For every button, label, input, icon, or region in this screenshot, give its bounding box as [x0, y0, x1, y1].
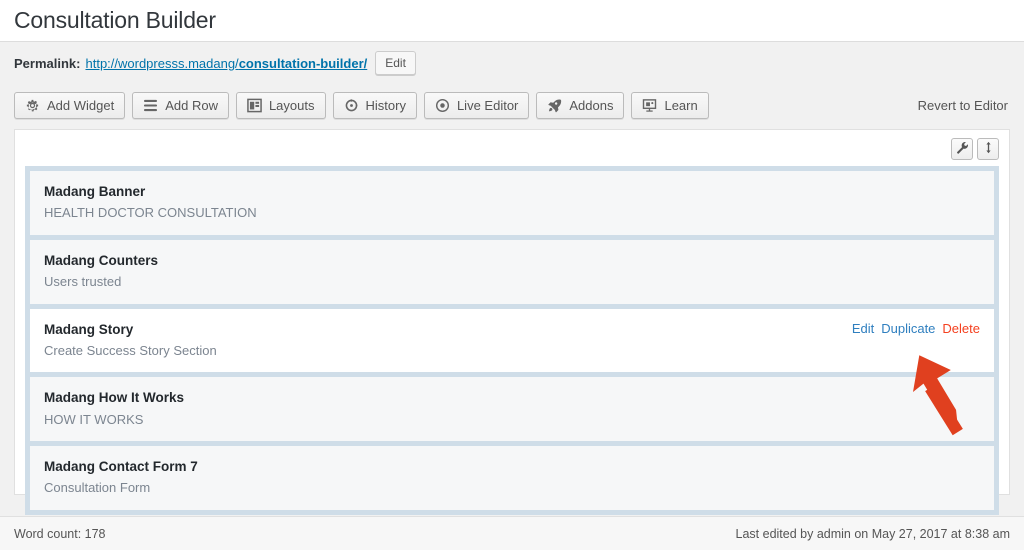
title-bar: Consultation Builder: [0, 0, 1024, 42]
add-widget-label: Add Widget: [47, 98, 115, 113]
addons-label: Addons: [569, 98, 614, 113]
widget-delete-link[interactable]: Delete: [942, 321, 980, 336]
rocket-icon: [547, 98, 562, 113]
panel-tools: [951, 138, 999, 160]
permalink-label: Permalink:: [14, 55, 81, 71]
last-edited-label: Last edited by admin on May 27, 2017 at …: [735, 526, 1010, 541]
move-vertical-icon: [982, 141, 995, 157]
history-icon: [344, 98, 359, 113]
add-row-label: Add Row: [165, 98, 218, 113]
widget-description: HEALTH DOCTOR CONSULTATION: [44, 205, 257, 221]
layouts-label: Layouts: [268, 98, 315, 113]
permalink-url-slug: consultation-builder/: [238, 55, 368, 71]
page-title[interactable]: Consultation Builder: [14, 7, 216, 35]
widget-description: Consultation Form: [44, 480, 151, 496]
widget-text: Madang Banner HEALTH DOCTOR CONSULTATION: [44, 182, 980, 223]
permalink-url[interactable]: http://wordpresss.madang/consultation-bu…: [85, 56, 367, 71]
layouts-button[interactable]: Layouts: [235, 92, 326, 119]
widget-title: Madang Banner: [44, 184, 146, 199]
wrench-icon: [956, 141, 969, 157]
widget-row[interactable]: Madang Banner HEALTH DOCTOR CONSULTATION: [30, 171, 994, 235]
add-widget-button[interactable]: Add Widget: [14, 92, 126, 119]
rows-icon: [143, 99, 158, 112]
widget-text: Madang Counters Users trusted: [44, 251, 980, 292]
history-label: History: [365, 98, 406, 113]
permalink-bar: Permalink: http://wordpresss.madang/cons…: [0, 42, 1024, 84]
gear-icon: [25, 98, 40, 113]
widget-description: HOW IT WORKS: [44, 411, 144, 427]
learn-button[interactable]: Learn: [631, 92, 709, 119]
layout-icon: [247, 98, 262, 113]
widget-title: Madang Contact Form 7: [44, 459, 198, 474]
add-row-button[interactable]: Add Row: [132, 92, 229, 119]
widget-row[interactable]: Madang Contact Form 7 Consultation Form: [30, 446, 994, 510]
presentation-icon: [642, 98, 657, 113]
history-button[interactable]: History: [332, 92, 417, 119]
live-editor-button[interactable]: Live Editor: [423, 92, 530, 119]
eye-target-icon: [435, 98, 450, 113]
widget-title: Madang Counters: [44, 252, 159, 268]
widget-row-actions: Edit Duplicate Delete: [852, 320, 980, 336]
permalink-edit-button[interactable]: Edit: [375, 51, 416, 75]
widget-row[interactable]: Madang Story Create Success Story Sectio…: [30, 308, 994, 373]
widget-edit-link[interactable]: Edit: [852, 321, 874, 336]
widget-title: Madang Story: [44, 321, 134, 337]
word-count-label: Word count: 178: [14, 526, 106, 541]
widget-row[interactable]: Madang Counters Users trusted: [30, 239, 994, 304]
learn-label: Learn: [664, 98, 698, 113]
builder-toolbar: Add Widget Add Row Layouts History Live …: [0, 84, 1024, 129]
widget-text: Madang Story Create Success Story Sectio…: [44, 320, 852, 361]
addons-button[interactable]: Addons: [536, 92, 625, 119]
widget-description: Create Success Story Section: [44, 342, 217, 358]
widget-text: Madang Contact Form 7 Consultation Form: [44, 457, 980, 498]
widget-text: Madang How It Works HOW IT WORKS: [44, 388, 980, 429]
widget-title: Madang How It Works: [44, 390, 185, 406]
status-footer: Word count: 178 Last edited by admin on …: [0, 516, 1024, 550]
page-builder-panel: Madang Banner HEALTH DOCTOR CONSULTATION…: [14, 129, 1010, 515]
permalink-url-prefix: http://wordpresss.madang/: [85, 55, 239, 71]
live-editor-label: Live Editor: [456, 98, 519, 113]
widget-duplicate-link[interactable]: Duplicate: [881, 321, 935, 336]
widget-description: Users trusted: [44, 274, 122, 289]
widget-rows-container: Madang Banner HEALTH DOCTOR CONSULTATION…: [25, 166, 999, 515]
revert-to-editor-button[interactable]: Revert to Editor: [918, 98, 1010, 113]
wrench-icon-button[interactable]: [951, 138, 973, 160]
widget-row[interactable]: Madang How It Works HOW IT WORKS: [30, 377, 994, 441]
move-vertical-icon-button[interactable]: [977, 138, 999, 160]
